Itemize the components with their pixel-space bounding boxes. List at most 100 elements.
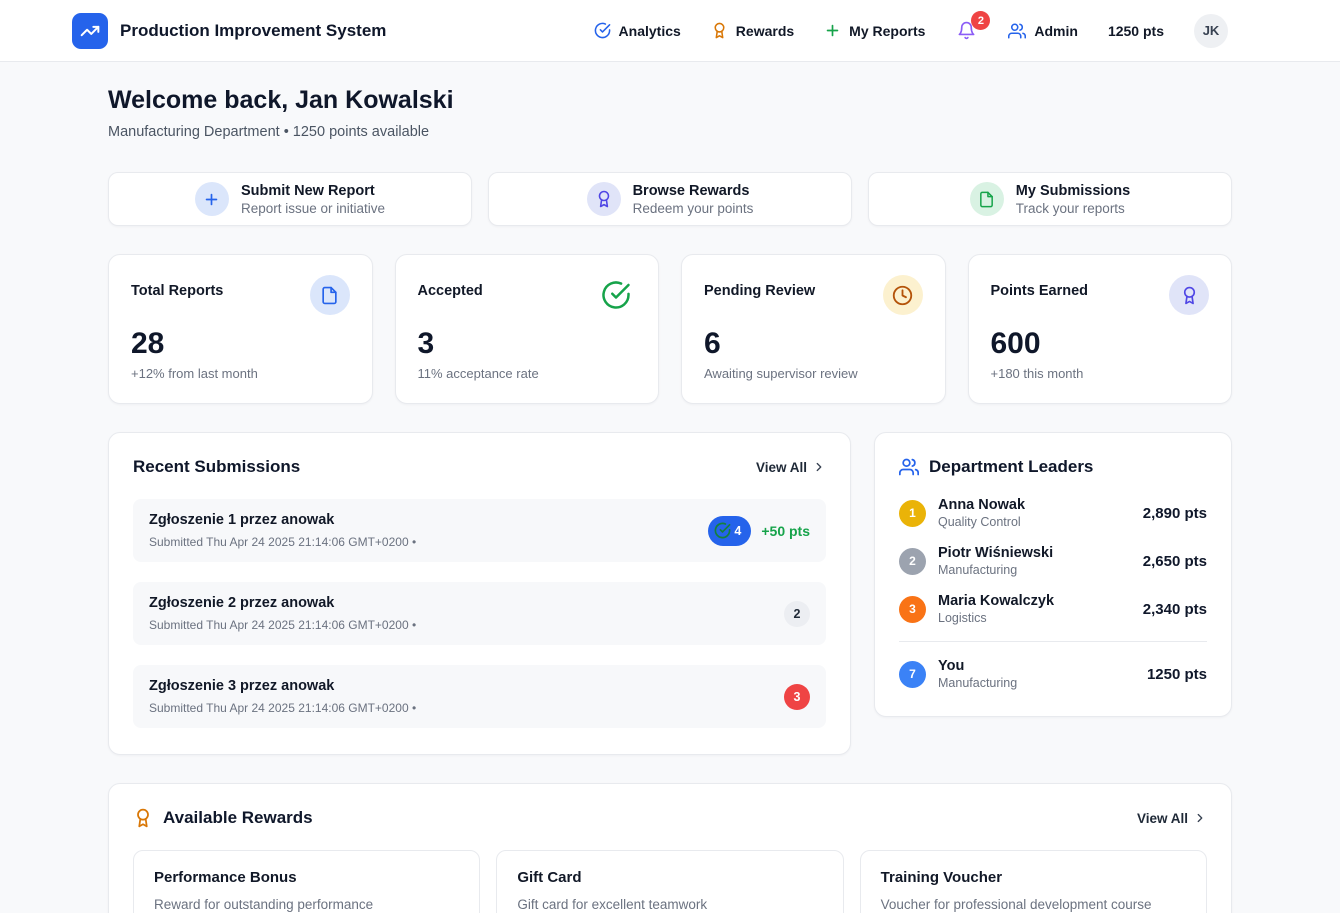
- my-submissions-card[interactable]: My Submissions Track your reports: [868, 172, 1232, 226]
- view-all-label: View All: [756, 460, 807, 475]
- stat-card-pending-review: Pending Review 6 Awaiting supervisor rev…: [681, 254, 946, 404]
- dashboard-main: Welcome back, Jan Kowalski Manufacturing…: [108, 62, 1232, 913]
- file-icon: [310, 275, 350, 315]
- stats-row: Total Reports 28 +12% from last month Ac…: [108, 254, 1232, 404]
- clock-icon: [883, 275, 923, 315]
- brand: Production Improvement System: [72, 13, 386, 49]
- award-icon: [1169, 275, 1209, 315]
- submission-meta: Submitted Thu Apr 24 2025 21:14:06 GMT+0…: [149, 618, 416, 632]
- reward-card-training-voucher: Training Voucher Voucher for professiona…: [860, 850, 1207, 913]
- file-icon: [970, 182, 1004, 216]
- stat-value: 6: [704, 327, 923, 360]
- plus-icon: [824, 22, 841, 39]
- submission-meta: Submitted Thu Apr 24 2025 21:14:06 GMT+0…: [149, 701, 416, 715]
- points-gained: +50 pts: [761, 523, 810, 539]
- available-rewards-panel: Available Rewards View All Performance B…: [108, 783, 1232, 913]
- leader-department: Manufacturing: [938, 563, 1131, 577]
- reward-title: Performance Bonus: [154, 869, 459, 886]
- leader-row: 3 Maria Kowalczyk Logistics 2,340 pts: [899, 593, 1207, 625]
- award-icon: [587, 182, 621, 216]
- recent-submissions-title: Recent Submissions: [133, 457, 300, 477]
- stat-card-total-reports: Total Reports 28 +12% from last month: [108, 254, 373, 404]
- rewards-view-all-link[interactable]: View All: [1137, 811, 1207, 826]
- header-nav: Analytics Rewards My Reports 2 Admin: [594, 14, 1228, 48]
- leader-points: 2,340 pts: [1143, 601, 1207, 618]
- reward-description: Gift card for excellent teamwork: [517, 897, 822, 912]
- divider: [899, 641, 1207, 642]
- leader-department: Quality Control: [938, 515, 1131, 529]
- leader-name: Piotr Wiśniewski: [938, 545, 1131, 561]
- check-circle-icon: [714, 522, 731, 539]
- app-logo: [72, 13, 108, 49]
- chevron-right-icon: [812, 460, 826, 474]
- reward-title: Gift Card: [517, 869, 822, 886]
- leader-points: 1250 pts: [1147, 666, 1207, 683]
- quick-actions-row: Submit New Report Report issue or initia…: [108, 172, 1232, 226]
- stat-value: 600: [991, 327, 1210, 360]
- submission-list-item[interactable]: Zgłoszenie 1 przez anowak Submitted Thu …: [133, 499, 826, 562]
- top-nav: Production Improvement System Analytics …: [0, 0, 1340, 62]
- stat-card-accepted: Accepted 3 11% acceptance rate: [395, 254, 660, 404]
- nav-analytics[interactable]: Analytics: [594, 22, 681, 39]
- stat-label: Pending Review: [704, 275, 815, 299]
- submission-list-item[interactable]: Zgłoszenie 3 przez anowak Submitted Thu …: [133, 665, 826, 728]
- user-avatar[interactable]: JK: [1194, 14, 1228, 48]
- status-badge: 4: [708, 516, 751, 546]
- quick-action-subtitle: Redeem your points: [633, 201, 754, 216]
- stat-card-points-earned: Points Earned 600 +180 this month: [968, 254, 1233, 404]
- header-points-display: 1250 pts: [1108, 23, 1164, 39]
- leader-department: Logistics: [938, 611, 1131, 625]
- leader-row: 2 Piotr Wiśniewski Manufacturing 2,650 p…: [899, 545, 1207, 577]
- welcome-title: Welcome back, Jan Kowalski: [108, 86, 1232, 115]
- leader-name: Maria Kowalczyk: [938, 593, 1131, 609]
- recent-submissions-panel: Recent Submissions View All Zgłoszenie 1…: [108, 432, 851, 755]
- stat-label: Total Reports: [131, 275, 223, 299]
- recent-submissions-view-all-link[interactable]: View All: [756, 460, 826, 475]
- reward-description: Voucher for professional development cou…: [881, 897, 1186, 912]
- stat-subtext: +180 this month: [991, 366, 1210, 381]
- notifications-button[interactable]: 2: [955, 19, 978, 42]
- leader-name: You: [938, 658, 1135, 674]
- users-icon: [1008, 22, 1026, 40]
- submission-title: Zgłoszenie 1 przez anowak: [149, 512, 416, 528]
- status-badge: 2: [784, 601, 810, 627]
- award-icon: [711, 22, 728, 39]
- rank-badge: 2: [899, 548, 926, 575]
- status-count: 4: [734, 524, 741, 538]
- stat-label: Points Earned: [991, 275, 1089, 299]
- view-all-label: View All: [1137, 811, 1188, 826]
- trending-up-icon: [80, 21, 100, 41]
- nav-admin-label: Admin: [1034, 23, 1078, 39]
- plus-icon: [195, 182, 229, 216]
- nav-my-reports-label: My Reports: [849, 23, 925, 39]
- leader-department: Manufacturing: [938, 676, 1135, 690]
- stat-subtext: 11% acceptance rate: [418, 366, 637, 381]
- department-leaders-title: Department Leaders: [929, 457, 1093, 477]
- reward-title: Training Voucher: [881, 869, 1186, 886]
- nav-admin[interactable]: Admin: [1008, 22, 1078, 40]
- quick-action-title: My Submissions: [1016, 183, 1130, 199]
- chevron-right-icon: [1193, 811, 1207, 825]
- status-badge: 3: [784, 684, 810, 710]
- leader-points: 2,890 pts: [1143, 505, 1207, 522]
- stat-value: 3: [418, 327, 637, 360]
- leader-points: 2,650 pts: [1143, 553, 1207, 570]
- rank-badge: 3: [899, 596, 926, 623]
- submission-meta: Submitted Thu Apr 24 2025 21:14:06 GMT+0…: [149, 535, 416, 549]
- users-icon: [899, 457, 919, 477]
- leader-row: 1 Anna Nowak Quality Control 2,890 pts: [899, 497, 1207, 529]
- browse-rewards-card[interactable]: Browse Rewards Redeem your points: [488, 172, 852, 226]
- rewards-grid: Performance Bonus Reward for outstanding…: [133, 850, 1207, 913]
- stat-label: Accepted: [418, 275, 483, 299]
- submit-new-report-card[interactable]: Submit New Report Report issue or initia…: [108, 172, 472, 226]
- check-circle-icon: [596, 275, 636, 315]
- app-title: Production Improvement System: [120, 21, 386, 41]
- nav-rewards-label: Rewards: [736, 23, 794, 39]
- submission-list-item[interactable]: Zgłoszenie 2 przez anowak Submitted Thu …: [133, 582, 826, 645]
- leader-row-you: 7 You Manufacturing 1250 pts: [899, 658, 1207, 690]
- check-circle-icon: [594, 22, 611, 39]
- award-icon: [133, 808, 153, 828]
- nav-my-reports[interactable]: My Reports: [824, 22, 925, 39]
- nav-analytics-label: Analytics: [619, 23, 681, 39]
- nav-rewards[interactable]: Rewards: [711, 22, 794, 39]
